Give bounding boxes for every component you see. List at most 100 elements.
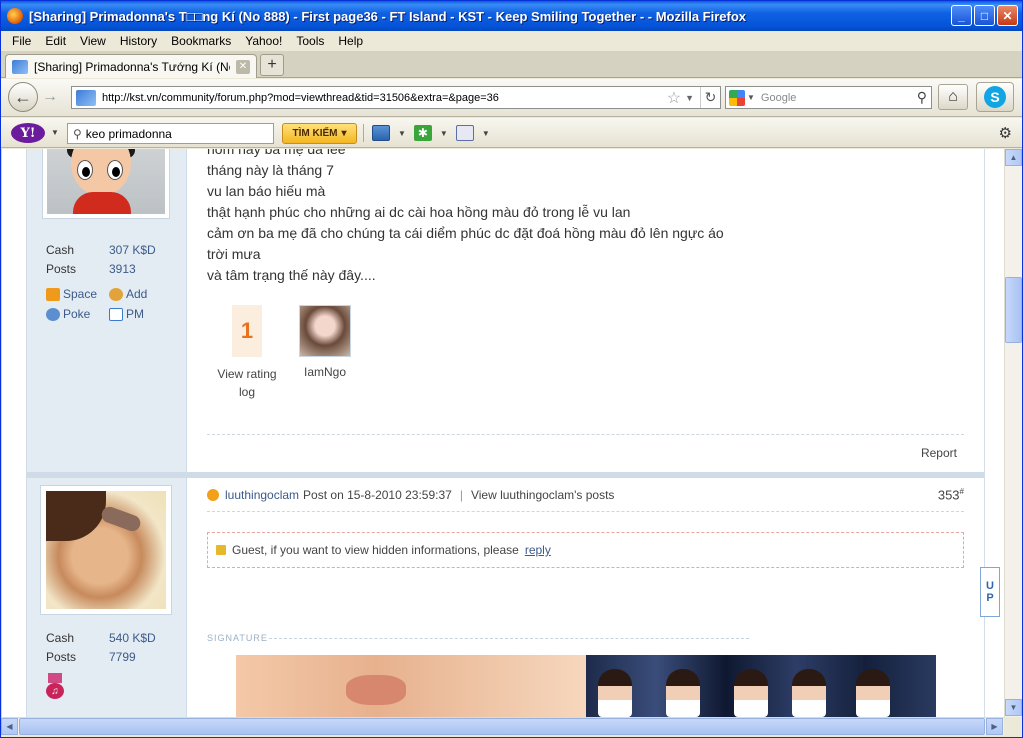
menu-yahoo[interactable]: Yahoo! <box>238 34 289 48</box>
maximize-button[interactable]: □ <box>974 5 995 26</box>
google-icon[interactable] <box>729 89 745 106</box>
posts-value[interactable]: 3913 <box>109 262 136 276</box>
bookmark-star-icon[interactable]: ☆ <box>667 88 681 108</box>
cash-label: Cash <box>46 631 75 645</box>
yahoo-search-value[interactable]: keo primadonna <box>86 127 172 141</box>
tab-close-icon[interactable]: ✕ <box>236 59 250 74</box>
post-line: hôm nay ba mẹ đã lêê <box>207 149 346 157</box>
post-header: luuthingoclam Post on 15-8-2010 23:59:37… <box>207 487 964 502</box>
user-stats: Cash 307 K$D Posts 3913 <box>46 243 156 281</box>
post-line: cảm ơn ba mẹ đã cho chúng ta cái diểm ph… <box>207 225 724 241</box>
pm-link[interactable]: PM <box>109 307 172 321</box>
forward-button[interactable]: → <box>39 87 61 107</box>
search-bar[interactable]: ▼ Google ⚲ <box>725 86 932 109</box>
search-engine-dropdown-icon[interactable]: ▼ <box>747 93 755 102</box>
post-separator <box>207 434 964 435</box>
menu-edit[interactable]: Edit <box>38 34 73 48</box>
scroll-up-button[interactable]: UP <box>980 567 1000 617</box>
spark-icon[interactable]: ✱ <box>413 125 432 141</box>
reply-link[interactable]: reply <box>525 543 551 557</box>
menu-tools[interactable]: Tools <box>289 34 331 48</box>
minimize-button[interactable]: _ <box>951 5 972 26</box>
notepad-dropdown-icon[interactable]: ▼ <box>482 129 490 138</box>
space-link[interactable]: Space <box>46 287 109 301</box>
post-line: và tâm trạng thế này đây.... <box>207 267 376 283</box>
gear-icon[interactable]: ⚙ <box>999 124 1012 142</box>
avatar[interactable] <box>40 485 172 615</box>
menu-history[interactable]: History <box>113 34 164 48</box>
menu-help[interactable]: Help <box>331 34 370 48</box>
scroll-left-arrow-icon[interactable]: ◀ <box>1 718 18 735</box>
reload-icon[interactable]: ↻ <box>700 87 720 108</box>
tab-bar: [Sharing] Primadonna's Tướng Kí (No 888)… <box>1 51 1022 78</box>
spark-dropdown-icon[interactable]: ▼ <box>440 129 448 138</box>
search-placeholder[interactable]: Google <box>761 92 917 104</box>
cash-value: 540 K$D <box>109 631 156 645</box>
scroll-down-arrow-icon[interactable]: ▼ <box>1005 699 1022 716</box>
horizontal-scroll-thumb[interactable] <box>19 718 985 735</box>
avatar[interactable] <box>42 149 170 219</box>
post-line: tháng này là tháng 7 <box>207 162 334 178</box>
menu-bar: File Edit View History Bookmarks Yahoo! … <box>1 31 1022 51</box>
rater[interactable]: IamNgo <box>299 305 351 401</box>
hidden-content-text: Guest, if you want to view hidden inform… <box>232 543 519 557</box>
scroll-up-arrow-icon[interactable]: ▲ <box>1005 149 1022 166</box>
horizontal-scrollbar[interactable]: ◀ ▶ <box>1 717 1004 735</box>
posts-label: Posts <box>46 262 77 276</box>
yahoo-search-button[interactable]: TÌM KIẾM ▾ <box>282 123 357 144</box>
skype-button[interactable]: S <box>976 82 1014 112</box>
search-icon[interactable]: ⚲ <box>917 89 927 106</box>
medal-icon[interactable]: ♫ <box>46 673 64 701</box>
vertical-scrollbar[interactable]: ▲ ▼ <box>1004 149 1022 717</box>
rater-avatar[interactable] <box>299 305 351 357</box>
yahoo-search-input[interactable]: ⚲ keo primadonna <box>67 123 274 144</box>
menu-view[interactable]: View <box>73 34 113 48</box>
header-separator: | <box>459 487 463 502</box>
signature-divider <box>269 638 749 639</box>
url-dropdown-icon[interactable]: ▼ <box>685 93 694 103</box>
user-actions: Space Add Poke PM <box>46 287 172 327</box>
vertical-scroll-thumb[interactable] <box>1005 277 1022 343</box>
notepad-icon[interactable] <box>455 125 474 141</box>
post-body: hôm nay ba mẹ đã lêê tháng này là tháng … <box>207 149 724 286</box>
report-link[interactable]: Report <box>921 446 957 460</box>
rating-count: 1 <box>232 305 262 357</box>
view-author-posts-link[interactable]: View luuthingoclam's posts <box>471 488 614 502</box>
new-tab-button[interactable]: + <box>260 54 284 76</box>
page-viewport: Cash 307 K$D Posts 3913 Space Add Poke PM … <box>1 149 1004 717</box>
mail-dropdown-icon[interactable]: ▼ <box>398 129 406 138</box>
add-friend-icon <box>109 287 123 301</box>
toolbar-separator <box>363 124 364 142</box>
menu-bookmarks[interactable]: Bookmarks <box>164 34 238 48</box>
tab-active[interactable]: [Sharing] Primadonna's Tướng Kí (No 888)… <box>5 54 257 78</box>
menu-file[interactable]: File <box>5 34 38 48</box>
lock-icon <box>216 545 226 555</box>
mail-icon <box>109 307 123 321</box>
rating-log-link[interactable]: 1 View rating log <box>207 305 287 401</box>
signature-label: SIGNATURE <box>207 633 268 643</box>
post-author[interactable]: luuthingoclam <box>225 488 299 502</box>
site-identity-icon[interactable] <box>76 89 96 106</box>
scroll-right-arrow-icon[interactable]: ▶ <box>986 718 1003 735</box>
poke-link[interactable]: Poke <box>46 307 109 321</box>
close-button[interactable]: ✕ <box>997 5 1018 26</box>
cash-value: 307 K$D <box>109 243 156 257</box>
space-label: Space <box>63 287 98 301</box>
back-button[interactable]: ← <box>8 82 38 112</box>
url-bar[interactable]: http://kst.vn/community/forum.php?mod=vi… <box>71 86 721 109</box>
rating-label: View rating log <box>217 367 277 399</box>
site-favicon-icon <box>12 59 28 74</box>
browser-window: [Sharing] Primadonna's T□□ng Kí (No 888)… <box>0 0 1023 738</box>
post-number[interactable]: 353# <box>938 487 964 502</box>
post-separator <box>207 511 964 512</box>
home-button[interactable]: ⌂ <box>938 84 968 110</box>
url-text[interactable]: http://kst.vn/community/forum.php?mod=vi… <box>102 92 667 104</box>
posts-value[interactable]: 7799 <box>109 650 136 664</box>
rater-name[interactable]: IamNgo <box>304 365 346 379</box>
mail-icon[interactable] <box>372 125 390 141</box>
add-friend-link[interactable]: Add <box>109 287 172 301</box>
yahoo-logo-icon[interactable]: Y! <box>11 123 45 143</box>
yahoo-search-button-label: TÌM KIẾM <box>292 128 338 139</box>
firefox-icon <box>7 8 23 24</box>
yahoo-dropdown-icon[interactable]: ▼ <box>51 128 59 137</box>
